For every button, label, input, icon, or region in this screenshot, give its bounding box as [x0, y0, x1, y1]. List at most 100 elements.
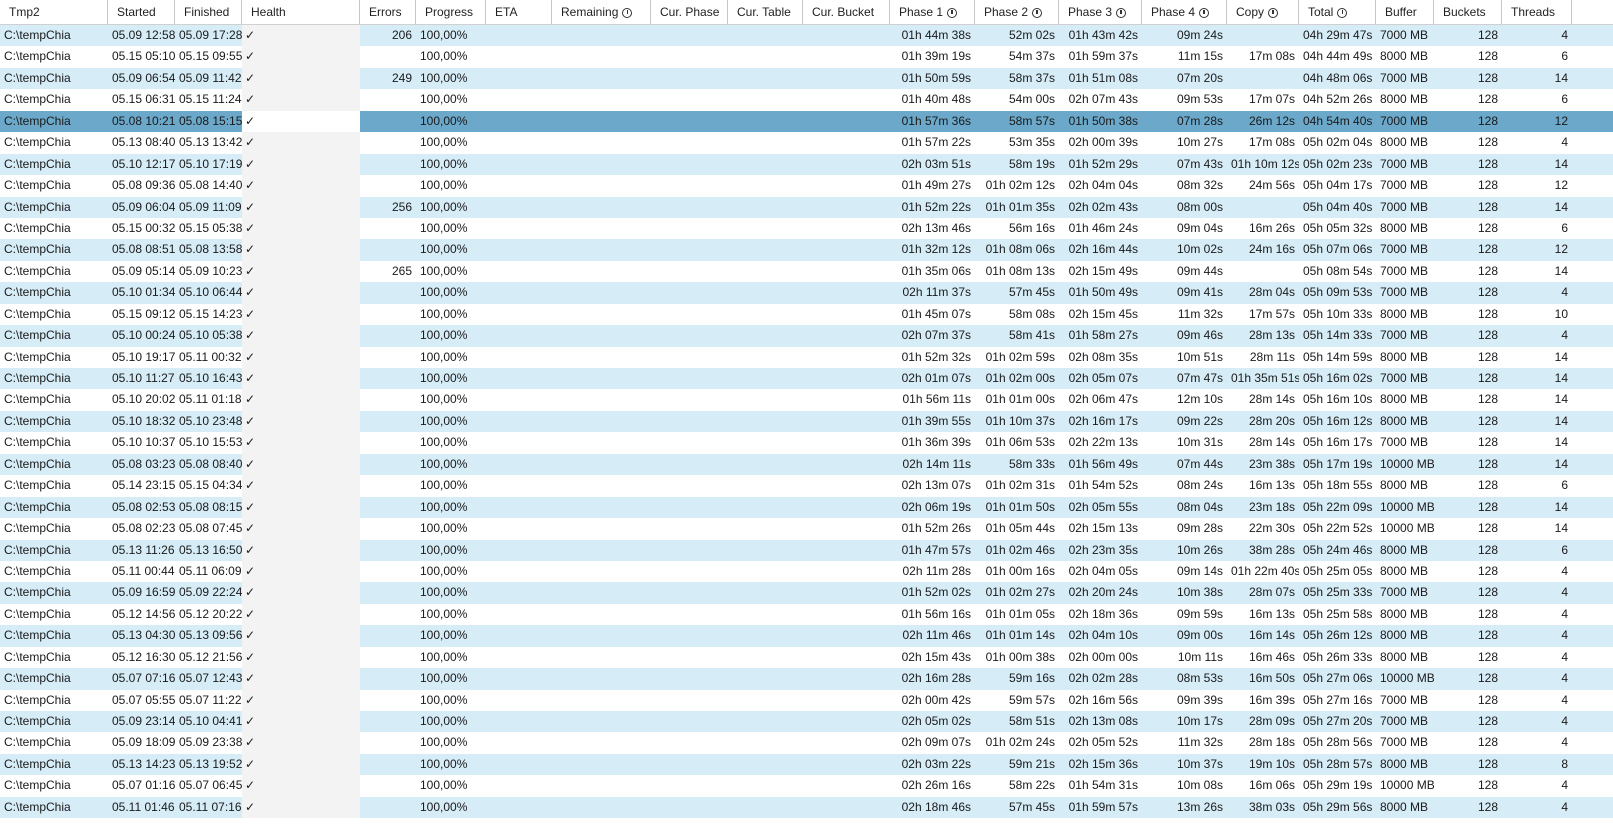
table-row[interactable]: C:\tempChia 05.15 09:12 05.15 14:23 ✓ 100,00… — [0, 303, 1613, 326]
progress-cell: 100,00% — [420, 542, 468, 557]
column-header-phase-4[interactable]: Phase 4 — [1142, 0, 1227, 24]
table-row[interactable]: C:\tempChia 05.10 19:17 05.11 00:32 ✓ 100,00… — [0, 346, 1613, 368]
phase4-cell: 10m 17s — [1176, 714, 1223, 728]
table-row[interactable]: C:\tempChia 05.10 10:37 05.10 15:53 ✓ 100,00… — [0, 432, 1613, 454]
table-row[interactable]: C:\tempChia 05.07 05:55 05.07 11:22 ✓ 100,00… — [0, 689, 1613, 711]
table-row[interactable]: C:\tempChia 05.11 01:46 05.11 07:16 ✓ 100,00… — [0, 796, 1613, 819]
table-row[interactable]: C:\tempChia 05.07 01:16 05.07 06:45 ✓ 100,00… — [0, 775, 1613, 797]
table-row[interactable]: C:\tempChia 05.10 01:34 05.10 06:44 ✓ 100,00… — [0, 282, 1613, 304]
buffer-cell: 7000 MB — [1380, 70, 1429, 85]
phase1-cell: 01h 56m 16s — [901, 606, 971, 621]
finished-cell: 05.07 11:22 — [179, 692, 242, 707]
cur-bucket-cell — [803, 432, 890, 453]
table-row[interactable]: C:\tempChia 05.09 05:14 05.09 10:23 ✓ 265 100… — [0, 260, 1613, 283]
table-row[interactable]: C:\tempChia 05.13 08:40 05.13 13:42 ✓ 100,00… — [0, 132, 1613, 154]
table-row[interactable]: C:\tempChia 05.07 07:16 05.07 12:43 ✓ 100,00… — [0, 668, 1613, 690]
cur-bucket-cell — [803, 604, 890, 625]
cur-table-cell — [728, 518, 803, 539]
progress-cell: 100,00% — [420, 799, 468, 814]
table-row[interactable]: C:\tempChia 05.13 14:23 05.13 19:52 ✓ 100,00… — [0, 753, 1613, 776]
table-row[interactable]: C:\tempChia 05.14 23:15 05.15 04:34 ✓ 100,00… — [0, 475, 1613, 497]
cur-bucket-cell — [803, 175, 890, 196]
column-header-tmp2[interactable]: Tmp2 — [0, 0, 108, 24]
table-row[interactable]: C:\tempChia 05.12 16:30 05.12 21:56 ✓ 100,00… — [0, 646, 1613, 669]
column-header-health[interactable]: Health — [242, 0, 360, 24]
phase4-cell: 08m 24s — [1176, 478, 1223, 493]
phase3-cell: 02h 22m 13s — [1068, 435, 1138, 450]
finished-cell: 05.09 17:28 — [179, 28, 242, 42]
phase4-cell: 11m 32s — [1177, 306, 1223, 321]
remaining-cell — [552, 325, 651, 346]
table-row[interactable]: C:\tempChia 05.10 18:32 05.10 23:48 ✓ 100,00… — [0, 410, 1613, 433]
copy-cell: 28m 11s — [1249, 349, 1295, 364]
column-header-phase-1[interactable]: Phase 1 — [890, 0, 975, 24]
column-header-total[interactable]: Total — [1299, 0, 1376, 24]
threads-cell: 4 — [1561, 778, 1568, 793]
buffer-cell: 7000 MB — [1380, 435, 1429, 450]
table-row[interactable]: C:\tempChia 05.08 02:53 05.08 08:15 ✓ 100,00… — [0, 496, 1613, 519]
column-header-buffer[interactable]: Buffer — [1376, 0, 1434, 24]
copy-cell: 01h 10m 12s — [1231, 156, 1299, 171]
eta-cell — [486, 668, 552, 689]
table-row[interactable]: C:\tempChia 05.10 12:17 05.10 17:19 ✓ 100,00… — [0, 153, 1613, 176]
buckets-cell: 128 — [1477, 778, 1498, 793]
column-header-cur-phase[interactable]: Cur. Phase — [651, 0, 728, 24]
errors-cell — [360, 325, 416, 346]
table-row[interactable]: C:\tempChia 05.15 05:10 05.15 09:55 ✓ 100,00… — [0, 46, 1613, 68]
table-row[interactable]: C:\tempChia 05.09 12:58 05.09 17:28 ✓ 206 100… — [0, 25, 1613, 47]
table-row[interactable]: C:\tempChia 05.09 18:09 05.09 23:38 ✓ 100,00… — [0, 732, 1613, 754]
column-header-progress[interactable]: Progress — [416, 0, 486, 24]
table-row[interactable]: C:\tempChia 05.09 23:14 05.10 04:41 ✓ 100,00… — [0, 711, 1613, 733]
table-row[interactable]: C:\tempChia 05.12 14:56 05.12 20:22 ✓ 100,00… — [0, 603, 1613, 626]
threads-cell: 4 — [1561, 563, 1568, 578]
tmp2-cell: C:\tempChia — [4, 692, 71, 707]
table-row[interactable]: C:\tempChia 05.08 08:51 05.08 13:58 ✓ 100,00… — [0, 239, 1613, 261]
table-row[interactable]: C:\tempChia 05.08 09:36 05.08 14:40 ✓ 100,00… — [0, 175, 1613, 197]
column-header-errors[interactable]: Errors — [360, 0, 416, 24]
column-header-started[interactable]: Started — [108, 0, 175, 24]
column-header-remaining[interactable]: Remaining — [552, 0, 651, 24]
cur-bucket-cell — [803, 625, 890, 646]
health-check-icon: ✓ — [242, 432, 360, 454]
cur-table-cell — [728, 454, 803, 475]
started-cell: 05.08 03:23 — [112, 456, 175, 471]
table-row[interactable]: C:\tempChia 05.09 06:04 05.09 11:09 ✓ 256 100… — [0, 196, 1613, 218]
eta-cell — [486, 711, 552, 732]
errors-cell — [360, 411, 416, 432]
remaining-cell — [552, 411, 651, 432]
table-row[interactable]: C:\tempChia 05.15 00:32 05.15 05:38 ✓ 100,00… — [0, 217, 1613, 240]
column-header-eta[interactable]: ETA — [486, 0, 552, 24]
column-header-threads[interactable]: Threads — [1502, 0, 1572, 24]
table-row[interactable]: C:\tempChia 05.08 03:23 05.08 08:40 ✓ 100,00… — [0, 453, 1613, 476]
threads-cell: 6 — [1561, 478, 1568, 493]
column-header-label: Cur. Bucket — [812, 5, 875, 19]
table-row[interactable]: C:\tempChia 05.10 00:24 05.10 05:38 ✓ 100,00… — [0, 325, 1613, 347]
cur-phase-cell — [651, 154, 728, 175]
phase2-cell: 01h 01m 00s — [985, 392, 1055, 407]
column-header-phase-2[interactable]: Phase 2 — [975, 0, 1059, 24]
cur-bucket-cell — [803, 282, 890, 303]
column-header-phase-3[interactable]: Phase 3 — [1059, 0, 1142, 24]
table-row[interactable]: C:\tempChia 05.08 02:23 05.08 07:45 ✓ 100,00… — [0, 518, 1613, 540]
buffer-cell: 7000 MB — [1380, 692, 1429, 707]
table-row[interactable]: C:\tempChia 05.15 06:31 05.15 11:24 ✓ 100,00… — [0, 89, 1613, 111]
column-header-copy[interactable]: Copy — [1227, 0, 1299, 24]
table-row[interactable]: C:\tempChia 05.09 16:59 05.09 22:24 ✓ 100,00… — [0, 582, 1613, 604]
table-row[interactable]: C:\tempChia 05.10 11:27 05.10 16:43 ✓ 100,00… — [0, 368, 1613, 390]
column-header-cur-table[interactable]: Cur. Table — [728, 0, 803, 24]
errors-cell — [360, 111, 416, 132]
column-header-finished[interactable]: Finished — [175, 0, 242, 24]
cur-phase-cell — [651, 690, 728, 711]
table-row[interactable]: C:\tempChia 05.09 06:54 05.09 11:42 ✓ 249 100… — [0, 67, 1613, 90]
table-row[interactable]: C:\tempChia 05.13 04:30 05.13 09:56 ✓ 100,00… — [0, 625, 1613, 647]
progress-cell: 100,00% — [420, 220, 468, 235]
table-row[interactable]: C:\tempChia 05.13 11:26 05.13 16:50 ✓ 100,00… — [0, 539, 1613, 561]
eta-cell — [486, 347, 552, 368]
table-row[interactable]: C:\tempChia 05.08 10:21 05.08 15:15 ✓ 100,00… — [0, 110, 1613, 133]
table-row[interactable]: C:\tempChia 05.10 20:02 05.11 01:18 ✓ 100,00… — [0, 389, 1613, 411]
column-header-buckets[interactable]: Buckets — [1434, 0, 1502, 24]
table-row[interactable]: C:\tempChia 05.11 00:44 05.11 06:09 ✓ 100,00… — [0, 560, 1613, 583]
eta-cell — [486, 582, 552, 603]
errors-cell: 256 — [391, 199, 412, 214]
column-header-cur-bucket[interactable]: Cur. Bucket — [803, 0, 890, 24]
